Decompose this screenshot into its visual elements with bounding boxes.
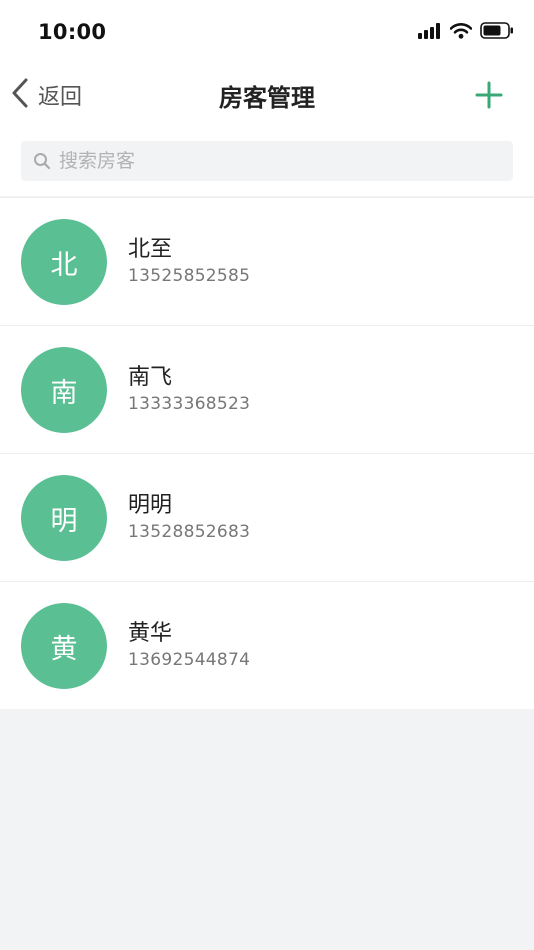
back-label: 返回 [38, 85, 83, 110]
search-input[interactable] [59, 142, 513, 180]
back-button[interactable]: 返回 [10, 78, 82, 112]
search-box[interactable] [21, 141, 513, 181]
navigation-bar: 返回 房客管理 [0, 64, 534, 126]
tenant-list: 北 北至 13525852585 南 南飞 13333368523 明 明明 1… [0, 197, 534, 709]
tenant-row[interactable]: 北 北至 13525852585 [0, 198, 534, 326]
tenant-row[interactable]: 明 明明 13528852683 [0, 454, 534, 582]
avatar: 明 [21, 475, 107, 561]
tenant-phone: 13528852683 [128, 522, 251, 542]
status-time: 10:00 [38, 20, 107, 44]
status-icons [418, 22, 514, 43]
status-bar: 10:00 [0, 0, 534, 64]
tenant-phone: 13692544874 [128, 650, 251, 670]
tenant-phone: 13525852585 [128, 266, 251, 286]
tenant-name: 北至 [128, 237, 173, 262]
search-icon [33, 152, 51, 170]
avatar: 黄 [21, 603, 107, 689]
tenant-row[interactable]: 南 南飞 13333368523 [0, 326, 534, 454]
wifi-icon [449, 22, 473, 43]
tenant-row[interactable]: 黄 黄华 13692544874 [0, 582, 534, 709]
tenant-name: 黄华 [128, 621, 173, 646]
tenant-name: 南飞 [128, 365, 173, 390]
battery-icon [480, 22, 514, 43]
add-tenant-button[interactable] [474, 80, 504, 110]
plus-icon [474, 81, 504, 114]
avatar: 南 [21, 347, 107, 433]
search-section [0, 126, 534, 196]
tenant-name: 明明 [128, 493, 173, 518]
avatar: 北 [21, 219, 107, 305]
chevron-left-icon [10, 77, 30, 113]
tenant-phone: 13333368523 [128, 394, 251, 414]
signal-icon [418, 22, 442, 43]
